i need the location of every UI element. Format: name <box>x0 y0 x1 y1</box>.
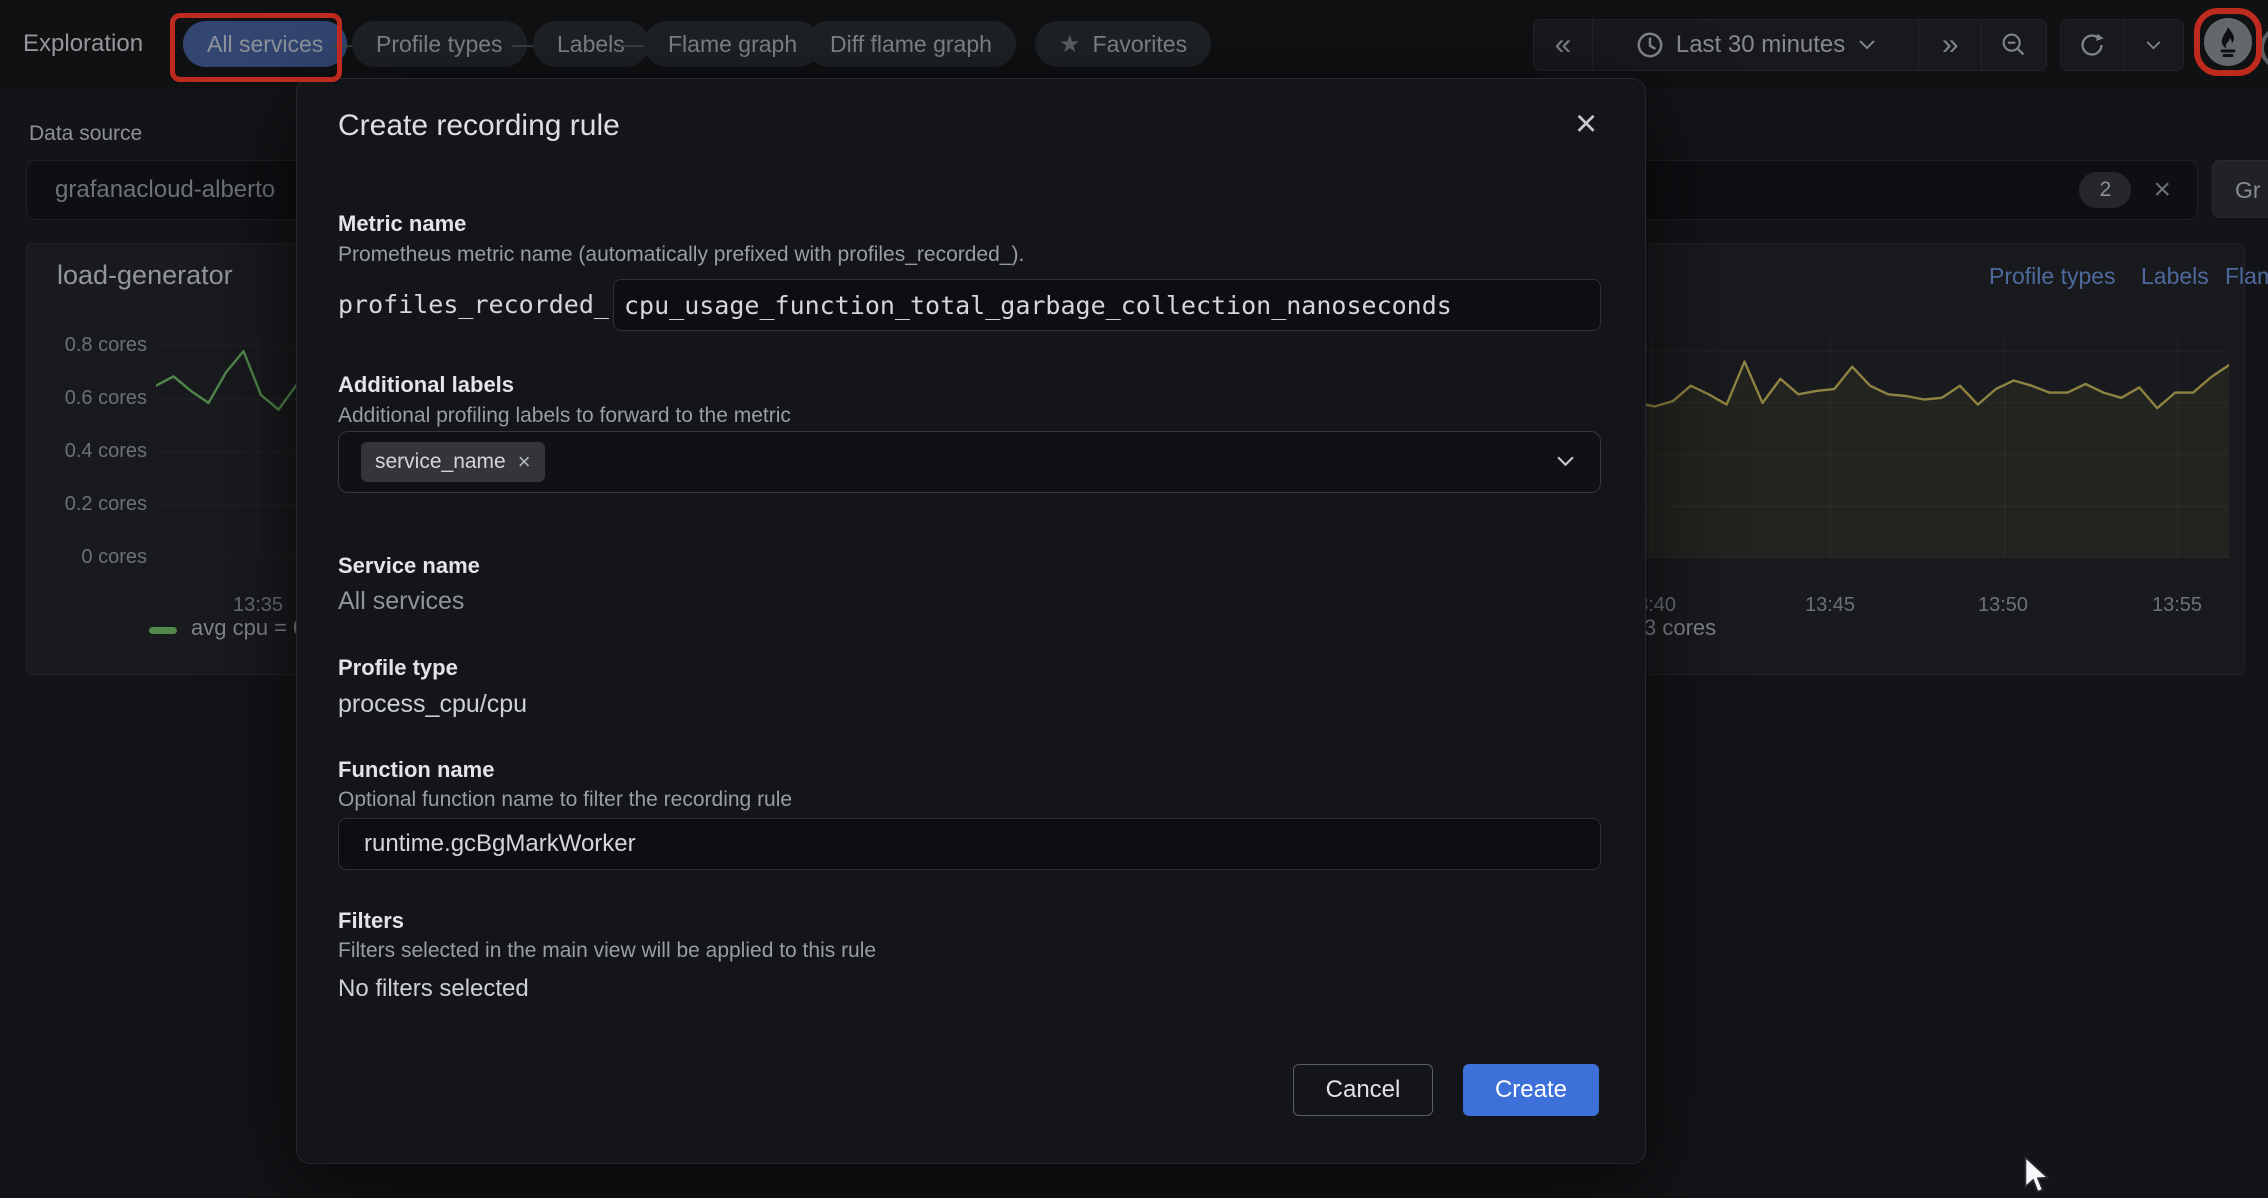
create-button[interactable]: Create <box>1463 1064 1599 1116</box>
chevron-down-icon <box>1557 456 1574 467</box>
create-recording-rule-modal: Create recording rule × Metric name Prom… <box>296 78 1646 1164</box>
app-screen: Exploration All services — Profile types… <box>0 0 2268 1198</box>
function-name-input[interactable] <box>339 819 1600 869</box>
create-button-label: Create <box>1495 1076 1567 1104</box>
cancel-button-label: Cancel <box>1326 1076 1401 1104</box>
additional-labels-description: Additional profiling labels to forward t… <box>338 404 791 428</box>
additional-labels-multiselect[interactable]: service_name × <box>338 431 1601 493</box>
modal-title: Create recording rule <box>338 109 620 143</box>
filters-label: Filters <box>338 908 404 934</box>
metric-name-input-box <box>613 279 1601 331</box>
filters-empty-text: No filters selected <box>338 975 529 1003</box>
metric-name-input[interactable] <box>614 280 1600 330</box>
metric-name-description: Prometheus metric name (automatically pr… <box>338 243 1024 267</box>
profile-type-label: Profile type <box>338 655 458 681</box>
filters-description: Filters selected in the main view will b… <box>338 939 876 963</box>
service-name-value: All services <box>338 587 464 616</box>
function-name-input-box <box>338 818 1601 870</box>
selected-label-tag[interactable]: service_name × <box>361 442 545 482</box>
metric-name-prefix: profiles_recorded_ <box>338 279 609 331</box>
profile-type-value: process_cpu/cpu <box>338 690 527 719</box>
tag-label: service_name <box>375 450 506 474</box>
additional-labels-label: Additional labels <box>338 372 514 398</box>
service-name-label: Service name <box>338 553 480 579</box>
function-name-label: Function name <box>338 757 494 783</box>
close-icon[interactable]: × <box>1575 105 1597 143</box>
remove-tag-icon[interactable]: × <box>518 449 531 475</box>
metric-name-label: Metric name <box>338 211 466 237</box>
cancel-button[interactable]: Cancel <box>1293 1064 1433 1116</box>
function-name-description: Optional function name to filter the rec… <box>338 788 792 812</box>
